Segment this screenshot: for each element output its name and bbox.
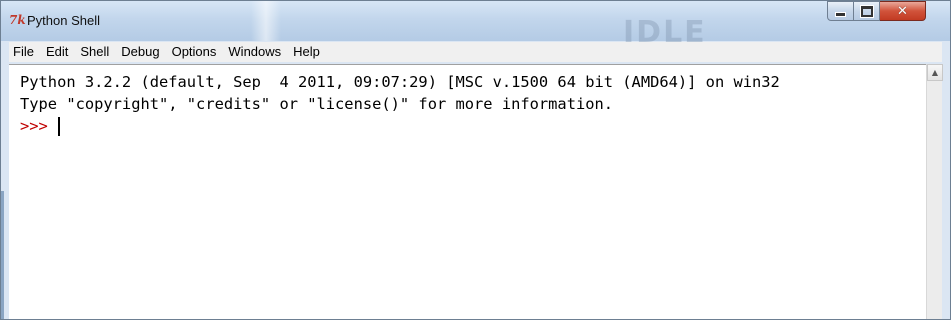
menu-shell[interactable]: Shell: [74, 42, 115, 62]
menu-options[interactable]: Options: [166, 42, 223, 62]
arrow-up-icon: ▲: [931, 68, 939, 77]
text-cursor: [57, 116, 60, 136]
menu-debug[interactable]: Debug: [115, 42, 165, 62]
maximize-icon: [860, 5, 873, 17]
close-icon: ✕: [897, 3, 908, 19]
menu-help[interactable]: Help: [287, 42, 326, 62]
close-button[interactable]: ✕: [880, 1, 926, 21]
minimize-icon: [835, 11, 846, 17]
tk-feather-icon[interactable]: 7k: [9, 11, 27, 29]
python-shell-window: IDLE 7k Python Shell ✕ File Edit Shell D…: [0, 0, 951, 320]
window-left-edge: [1, 191, 4, 319]
title-bar[interactable]: IDLE 7k Python Shell ✕: [1, 1, 950, 50]
caption-buttons: ✕: [827, 1, 944, 22]
menu-bar: File Edit Shell Debug Options Windows He…: [9, 42, 942, 62]
vertical-scrollbar[interactable]: ▲: [926, 64, 943, 319]
info-line: Type "copyright", "credits" or "license(…: [20, 95, 614, 113]
menu-file[interactable]: File: [9, 42, 40, 62]
shell-text-area[interactable]: Python 3.2.2 (default, Sep 4 2011, 09:07…: [9, 64, 926, 319]
scroll-up-button[interactable]: ▲: [927, 64, 943, 81]
maximize-button[interactable]: [854, 1, 880, 21]
minimize-button[interactable]: [827, 1, 854, 21]
banner-line: Python 3.2.2 (default, Sep 4 2011, 09:07…: [20, 73, 780, 91]
window-title: Python Shell: [27, 13, 100, 28]
prompt-line[interactable]: >>>: [20, 115, 60, 137]
menu-edit[interactable]: Edit: [40, 42, 74, 62]
shell-prompt: >>>: [20, 117, 48, 135]
menu-windows[interactable]: Windows: [222, 42, 287, 62]
